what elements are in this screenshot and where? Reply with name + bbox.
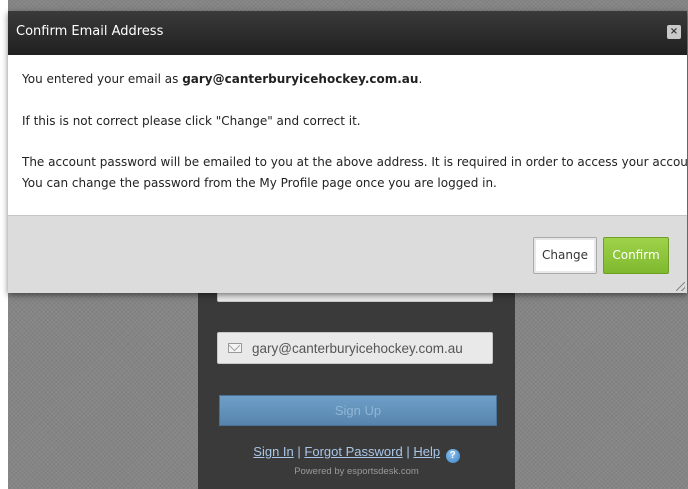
help-link[interactable]: Help — [413, 444, 440, 459]
close-icon[interactable]: × — [667, 25, 681, 39]
dialog-titlebar[interactable]: Confirm Email Address × — [8, 11, 687, 55]
sign-up-button[interactable]: Sign Up — [219, 395, 497, 426]
email-field[interactable]: gary@canterburyicehockey.com.au — [217, 332, 493, 364]
confirm-email-dialog: Confirm Email Address × You entered your… — [8, 11, 688, 293]
entered-email: gary@canterburyicehockey.com.au — [182, 72, 419, 86]
entered-email-message: You entered your email as gary@canterbur… — [22, 72, 423, 86]
confirm-button[interactable]: Confirm — [603, 237, 669, 274]
resize-grip-icon[interactable] — [676, 282, 685, 291]
profile-info-line: You can change the password from the My … — [22, 176, 497, 190]
change-instruction: If this is not correct please click "Cha… — [22, 114, 361, 128]
auth-links: Sign In | Forgot Password | Help ? — [198, 444, 515, 463]
email-field-value: gary@canterburyicehockey.com.au — [252, 340, 463, 356]
forgot-password-link[interactable]: Forgot Password — [304, 444, 402, 459]
dialog-title: Confirm Email Address — [16, 24, 164, 39]
sign-in-link[interactable]: Sign In — [253, 444, 293, 459]
change-button[interactable]: Change — [533, 237, 597, 274]
dialog-button-pane: Change Confirm — [8, 215, 687, 293]
password-info-line: The account password will be emailed to … — [22, 155, 688, 169]
left-edge — [0, 0, 8, 489]
envelope-icon — [228, 343, 242, 353]
link-separator: | — [406, 444, 410, 459]
powered-by-text: Powered by esportsdesk.com — [294, 466, 419, 477]
help-icon[interactable]: ? — [445, 449, 460, 463]
link-separator: | — [297, 444, 301, 459]
